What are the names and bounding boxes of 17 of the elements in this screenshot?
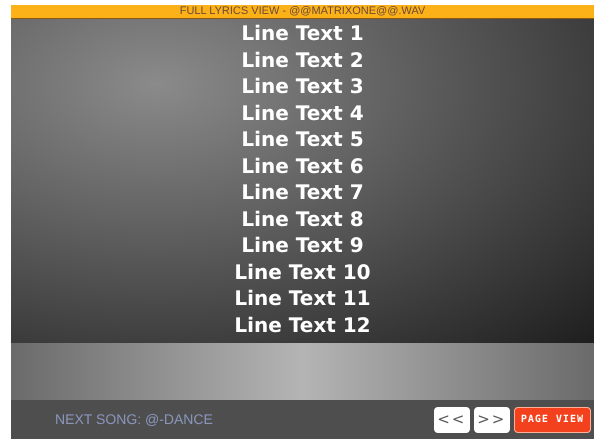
lyric-line: Line Text 5 [241,126,364,152]
lyric-line: Line Text 7 [241,179,364,206]
nav-button[interactable]: >> [474,406,510,432]
page-view-button[interactable]: PAGE VIEW [514,406,591,432]
next-song-label: NEXT SONG: @-DANCE [55,410,214,429]
title-bar: FULL LYRICS VIEW - @@MATRIXONE@@.WAV [11,5,594,19]
lyric-line: Line Text 4 [241,100,364,126]
lyric-line: Line Text 2 [241,46,364,73]
lyric-line: Line Text 9 [241,232,364,258]
nav-button[interactable]: << [434,406,470,432]
lyric-line: Line Text 6 [241,152,364,179]
lyric-line: Line Text 11 [234,285,371,312]
lyric-line: Line Text 10 [234,258,371,285]
lyric-line: Line Text 3 [241,73,364,100]
lyric-line: Line Text 1 [241,20,364,46]
lyric-line: Line Text 12 [234,312,371,338]
lyric-line: Line Text 8 [241,206,364,232]
